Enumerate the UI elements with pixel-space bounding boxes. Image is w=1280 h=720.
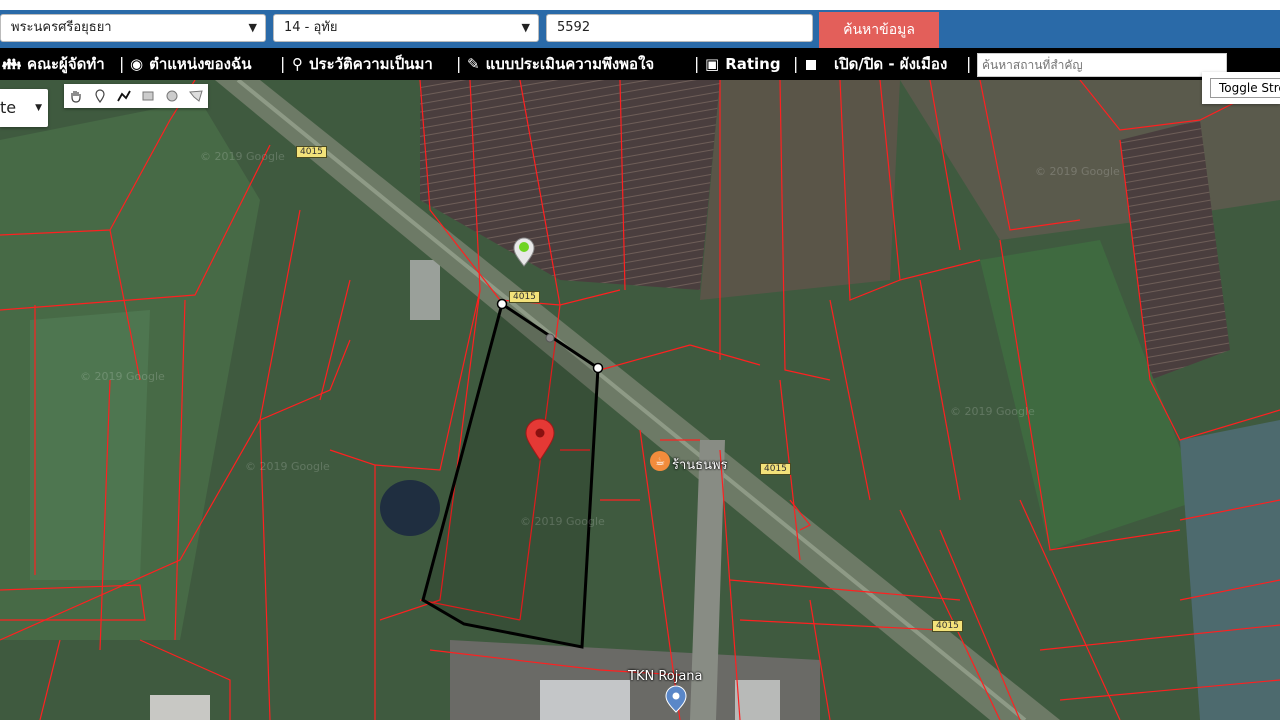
chevron-down-icon: ▼	[248, 21, 257, 34]
search-button[interactable]: ค้นหาข้อมูล	[819, 12, 939, 48]
polygon-icon[interactable]	[184, 84, 208, 108]
google-watermark: © 2019 Google	[200, 150, 285, 163]
province-select[interactable]: พระนครศรีอยุธยา ▼	[0, 14, 266, 42]
history-icon: ⚲	[292, 55, 303, 73]
google-watermark: © 2019 Google	[1035, 165, 1120, 178]
district-value: 14 - อุทัย	[284, 20, 338, 35]
province-value: พระนครศรีอยุธยา	[11, 20, 112, 35]
nav-item-survey[interactable]: ✎ แบบประเมินความพึงพอใจ	[467, 48, 654, 80]
nav-separator: |	[280, 54, 286, 73]
road-number-label: 4015	[932, 620, 963, 632]
nav-separator: |	[119, 54, 125, 73]
building	[410, 260, 440, 320]
checkbox-icon	[806, 59, 816, 70]
nav-item-rating[interactable]: ▣ Rating	[705, 48, 781, 80]
google-watermark: © 2019 Google	[520, 515, 605, 528]
factory-roof	[540, 680, 630, 720]
nav-label: คณะผู้จัดทำ	[27, 55, 105, 73]
district-select[interactable]: 14 - อุทัย ▼	[273, 14, 539, 42]
place-search-input[interactable]	[977, 53, 1227, 77]
search-bar: พระนครศรีอยุธยา ▼ 14 - อุทัย ▼ 5592 ค้นห…	[0, 0, 1280, 48]
factory-roof	[735, 680, 780, 720]
survey-icon: ✎	[467, 55, 480, 73]
vertex-handle[interactable]	[592, 362, 604, 374]
hand-icon[interactable]	[64, 84, 88, 108]
nav-separator: |	[966, 54, 972, 73]
map-type-value: te	[0, 98, 17, 117]
field	[700, 80, 900, 300]
factory-label[interactable]: TKN Rojana	[628, 669, 703, 684]
building	[150, 695, 210, 720]
chevron-down-icon: ▼	[521, 21, 530, 34]
nav-separator: |	[793, 54, 799, 73]
nav-label: ตำแหน่งของฉัน	[149, 55, 252, 73]
shop-label[interactable]: ร้านธนพร	[672, 454, 728, 475]
google-watermark: © 2019 Google	[80, 370, 165, 383]
map-type-select[interactable]: te ▼	[0, 89, 48, 127]
pond	[380, 480, 440, 536]
rectangle-icon[interactable]	[136, 84, 160, 108]
nav-label: ประวัติความเป็นมา	[309, 55, 433, 73]
satellite-map: ☕ © 2019 Google © 2019 Google © 2019 Googl…	[0, 80, 1280, 720]
nav-label: Rating	[725, 55, 781, 73]
circle-icon[interactable]	[160, 84, 184, 108]
nav-label: เปิด/ปิด - ผังเมือง	[834, 55, 948, 73]
street-view-control: Toggle Street View	[1202, 72, 1280, 104]
google-watermark: © 2019 Google	[950, 405, 1035, 418]
top-strip	[0, 0, 1280, 10]
chevron-down-icon: ▼	[35, 103, 42, 113]
marker-icon[interactable]	[88, 84, 112, 108]
parcel-number-input[interactable]: 5592	[546, 14, 813, 42]
parcel-number-value: 5592	[557, 20, 591, 35]
nav-separator: |	[694, 54, 700, 73]
midpoint-handle[interactable]	[545, 333, 555, 343]
nav-separator: |	[456, 54, 462, 73]
location-icon: ◉	[130, 55, 144, 73]
road-number-label: 4015	[296, 146, 327, 158]
chart-icon: ▣	[705, 55, 720, 73]
nav-item-history[interactable]: ⚲ ประวัติความเป็นมา	[292, 48, 433, 80]
nav-label: แบบประเมินความพึงพอใจ	[485, 55, 655, 73]
nav-item-team[interactable]: 👪︎ คณะผู้จัดทำ	[2, 48, 105, 80]
people-icon: 👪︎	[2, 55, 22, 73]
nav-item-town-plan[interactable]: เปิด/ปิด - ผังเมือง	[806, 48, 947, 80]
drawing-toolbar	[64, 84, 208, 108]
toggle-street-view-button[interactable]: Toggle Street View	[1210, 78, 1280, 98]
road-number-label: 4015	[760, 463, 791, 475]
vertex-handle[interactable]	[496, 298, 508, 310]
nav-item-my-location[interactable]: ◉ ตำแหน่งของฉัน	[130, 48, 251, 80]
field	[30, 310, 150, 580]
cup-icon: ☕	[655, 455, 665, 468]
google-watermark: © 2019 Google	[245, 460, 330, 473]
polyline-icon[interactable]	[112, 84, 136, 108]
road-number-label: 4015	[509, 291, 540, 303]
map-view[interactable]: ☕ © 2019 Google © 2019 Google © 2019 Googl…	[0, 80, 1280, 720]
